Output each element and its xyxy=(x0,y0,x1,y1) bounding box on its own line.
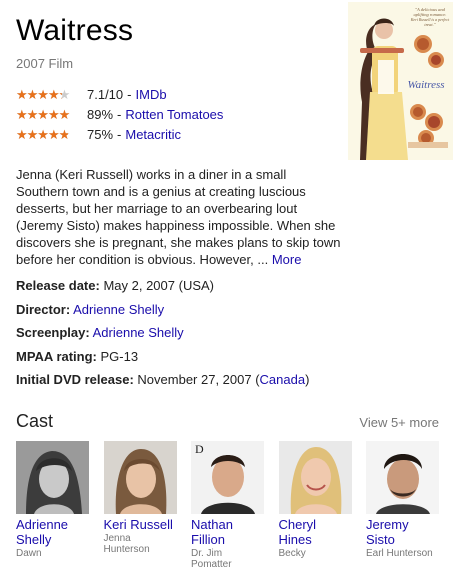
fact-label: Screenplay: xyxy=(16,325,90,340)
svg-text:Waitress: Waitress xyxy=(407,79,444,91)
film-poster[interactable]: "A delicious and uplifting romance. Keri… xyxy=(348,2,453,160)
cast-role: Dr. Jim Pomatter xyxy=(191,548,232,570)
director-link[interactable]: Adrienne Shelly xyxy=(73,302,164,317)
cast-name-link[interactable]: Nathan Fillion xyxy=(191,517,264,547)
cast-role: Dawn xyxy=(16,548,42,559)
cast-list: Adrienne Shelly Dawn Keri Russell Jenna Hu… xyxy=(16,441,454,570)
film-subtitle: 2007 Film xyxy=(16,56,74,71)
fact-value: November 27, 2007 ( xyxy=(137,372,260,387)
fact-label: Initial DVD release: xyxy=(16,372,134,387)
fact-label: Director: xyxy=(16,301,71,317)
star-rating-icon: ★★★★★★★★★★ xyxy=(16,106,70,122)
star-rating-icon: ★★★★★★★★★★ xyxy=(16,126,70,142)
film-facts: Release date: May 2, 2007 (USA) Director… xyxy=(16,276,309,394)
fact-dvd-release: Initial DVD release: November 27, 2007 (… xyxy=(16,370,309,394)
cast-photo-adrienne-shelly[interactable] xyxy=(16,441,89,514)
fact-value: May 2, 2007 (USA) xyxy=(103,278,214,293)
rating-score: 75% xyxy=(87,126,114,142)
film-description: Jenna (Keri Russell) works in a diner in… xyxy=(16,166,341,268)
cast-photo-keri-russell[interactable] xyxy=(103,441,177,514)
cast-name-link[interactable]: Adrienne Shelly xyxy=(16,517,89,547)
rating-source-link-rotten-tomatoes[interactable]: Rotten Tomatoes xyxy=(125,107,223,122)
fact-screenplay: Screenplay: Adrienne Shelly xyxy=(16,323,309,347)
fact-mpaa-rating: MPAA rating: PG-13 xyxy=(16,347,309,371)
fact-label: Release date: xyxy=(16,278,100,293)
film-title: Waitress xyxy=(16,14,134,47)
dvd-country-link[interactable]: Canada xyxy=(260,372,306,387)
fact-release-date: Release date: May 2, 2007 (USA) xyxy=(16,276,309,300)
fact-value-suffix: ) xyxy=(305,372,310,387)
cast-name-link[interactable]: Jeremy Sisto xyxy=(366,517,439,547)
fact-director: Director: Adrienne Shelly xyxy=(16,300,309,324)
rating-separator: - xyxy=(127,86,132,102)
star-rating-icon: ★★★★★★★★★★ xyxy=(16,86,70,102)
cast-member[interactable]: Keri Russell Jenna Hunterson xyxy=(103,441,177,570)
cast-name-link[interactable]: Cheryl Hines xyxy=(279,517,352,547)
rating-source-link-metacritic[interactable]: Metacritic xyxy=(125,127,181,142)
cast-member[interactable]: Jeremy Sisto Earl Hunterson xyxy=(366,441,439,570)
rating-score: 89% xyxy=(87,106,114,122)
rating-separator: - xyxy=(117,106,122,122)
rating-rotten-tomatoes: ★★★★★ ★★★★★ 89% - Rotten Tomatoes xyxy=(16,104,223,124)
cast-member[interactable]: D Nathan Fillion Dr. Jim Pomatter xyxy=(191,441,264,570)
rating-score: 7.1/10 xyxy=(87,86,124,102)
view-more-cast-link[interactable]: View 5+ more xyxy=(359,415,439,430)
rating-metacritic: ★★★★★ ★★★★★ 75% - Metacritic xyxy=(16,124,223,144)
cast-photo-cheryl-hines[interactable] xyxy=(278,441,352,514)
poster-art: "A delicious and uplifting romance. Keri… xyxy=(348,2,453,160)
rating-imdb: ★★★★★★★★★★ 7.1/10 - IMDb xyxy=(16,84,223,104)
cast-role: Earl Hunterson xyxy=(366,548,433,559)
cast-member[interactable]: Cheryl Hines Becky xyxy=(278,441,352,570)
svg-text:treat.": treat." xyxy=(424,22,435,27)
fact-value: PG-13 xyxy=(100,348,139,364)
fact-label: MPAA rating: xyxy=(16,348,97,364)
more-link[interactable]: More xyxy=(272,252,302,267)
cast-member[interactable]: Adrienne Shelly Dawn xyxy=(16,441,89,570)
cast-photo-nathan-fillion[interactable]: D xyxy=(191,441,264,514)
cast-role: Becky xyxy=(278,548,306,559)
rating-separator: - xyxy=(117,126,122,142)
svg-text:D: D xyxy=(195,442,204,456)
cast-section-title: Cast xyxy=(16,411,54,431)
cast-header: Cast View 5+ more xyxy=(16,411,439,432)
cast-photo-jeremy-sisto[interactable] xyxy=(366,441,439,514)
screenplay-link[interactable]: Adrienne Shelly xyxy=(93,325,184,340)
ratings-list: ★★★★★★★★★★ 7.1/10 - IMDb ★★★★★★★★★★ 89% … xyxy=(16,84,223,144)
cast-name-link[interactable]: Keri Russell xyxy=(104,517,177,532)
cast-role: Jenna Hunterson xyxy=(103,533,150,555)
rating-source-link-imdb[interactable]: IMDb xyxy=(136,87,167,102)
